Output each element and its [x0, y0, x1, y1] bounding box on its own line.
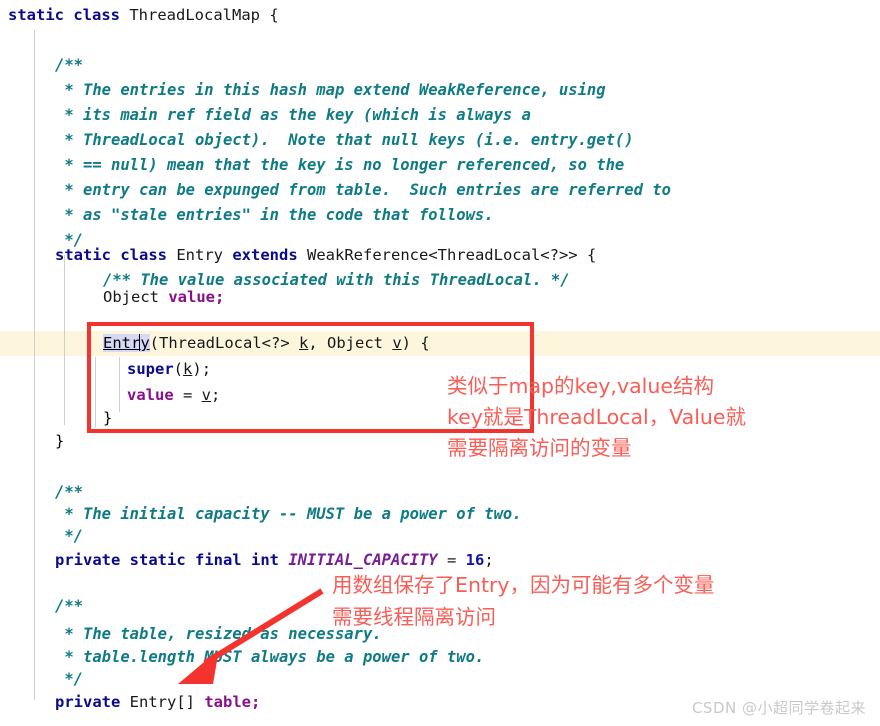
code-line-30[interactable]: private Entry[] table; [55, 690, 260, 715]
annotation-note-table: 用数组保存了Entry，因为可能有多个变量 [332, 570, 715, 601]
type-weakreference: WeakReference<ThreadLocal<?>> { [297, 246, 597, 264]
code-line-8[interactable]: * entry can be expunged from table. Such… [55, 178, 671, 203]
code-line-22[interactable]: * The initial capacity -- MUST be a powe… [55, 502, 521, 527]
code-line-29[interactable]: */ [55, 667, 83, 692]
number-16: 16 [465, 551, 485, 569]
code-line-6[interactable]: * ThreadLocal object). Note that null ke… [55, 128, 633, 153]
annotation-line-3: 需要隔离访问的变量 [447, 436, 632, 460]
annotation-note-constructor: 类似于map的key,value结构 [447, 372, 714, 401]
code-line-7[interactable]: * == null) mean that the key is no longe… [55, 153, 624, 178]
annotation-line-1: 类似于map的key,value结构 [447, 374, 714, 398]
type-threadlocalmap: ThreadLocalMap { [120, 6, 279, 24]
annotation-note-constructor-3: 需要隔离访问的变量 [447, 434, 632, 463]
keyword-static-3: static [120, 551, 195, 569]
keyword-class: class [73, 6, 121, 24]
type-entry: Entry [167, 246, 233, 264]
code-line-9[interactable]: * as "stale entries" in the code that fo… [55, 203, 493, 228]
type-object: Object [103, 288, 169, 306]
code-line-19[interactable]: } [55, 429, 64, 454]
code-line-3[interactable]: /** [55, 53, 83, 78]
keyword-private: private [55, 551, 121, 569]
keyword-static-2: static [55, 246, 111, 264]
code-line-11[interactable]: static class Entry extends WeakReference… [55, 243, 596, 268]
annotation-note-constructor-2: key就是ThreadLocal，Value就 [447, 403, 746, 432]
keyword-static: static [8, 6, 64, 24]
type-entry-array: Entry[] [120, 693, 205, 711]
keyword-class-2: class [120, 246, 168, 264]
keyword-private-2: private [55, 693, 121, 711]
code-line-26[interactable]: /** [55, 594, 83, 619]
assign-op-2: = [437, 551, 466, 569]
semicolon-2: ; [484, 551, 494, 569]
keyword-extends: extends [232, 246, 298, 264]
watermark: CSDN @小超同学卷起来 [691, 699, 866, 717]
annotation-table-line-1: 用数组保存了Entry，因为可能有多个变量 [332, 573, 715, 597]
keyword-int: int [241, 551, 289, 569]
annotation-line-2: key就是ThreadLocal，Value就 [447, 405, 746, 429]
field-table: table; [204, 693, 261, 711]
field-value: value; [168, 288, 225, 306]
code-line-13[interactable]: Object value; [103, 285, 224, 310]
code-line-23[interactable]: */ [55, 524, 83, 549]
keyword-final: final [194, 551, 242, 569]
code-line-1[interactable]: static class ThreadLocalMap { [8, 3, 279, 28]
annotation-table-line-2: 需要线程隔离访问 [332, 605, 496, 629]
constant-initial-capacity: INITIAL_CAPACITY [288, 551, 438, 569]
code-line-4[interactable]: * The entries in this hash map extend We… [55, 78, 605, 103]
code-line-5[interactable]: * its main ref field as the key (which i… [55, 103, 531, 128]
code-editor-screenshot: static class ThreadLocalMap { /** * The … [0, 0, 880, 726]
code-line-28[interactable]: * table.length MUST always be a power of… [55, 645, 484, 670]
annotation-note-table-2: 需要线程隔离访问 [332, 602, 496, 633]
